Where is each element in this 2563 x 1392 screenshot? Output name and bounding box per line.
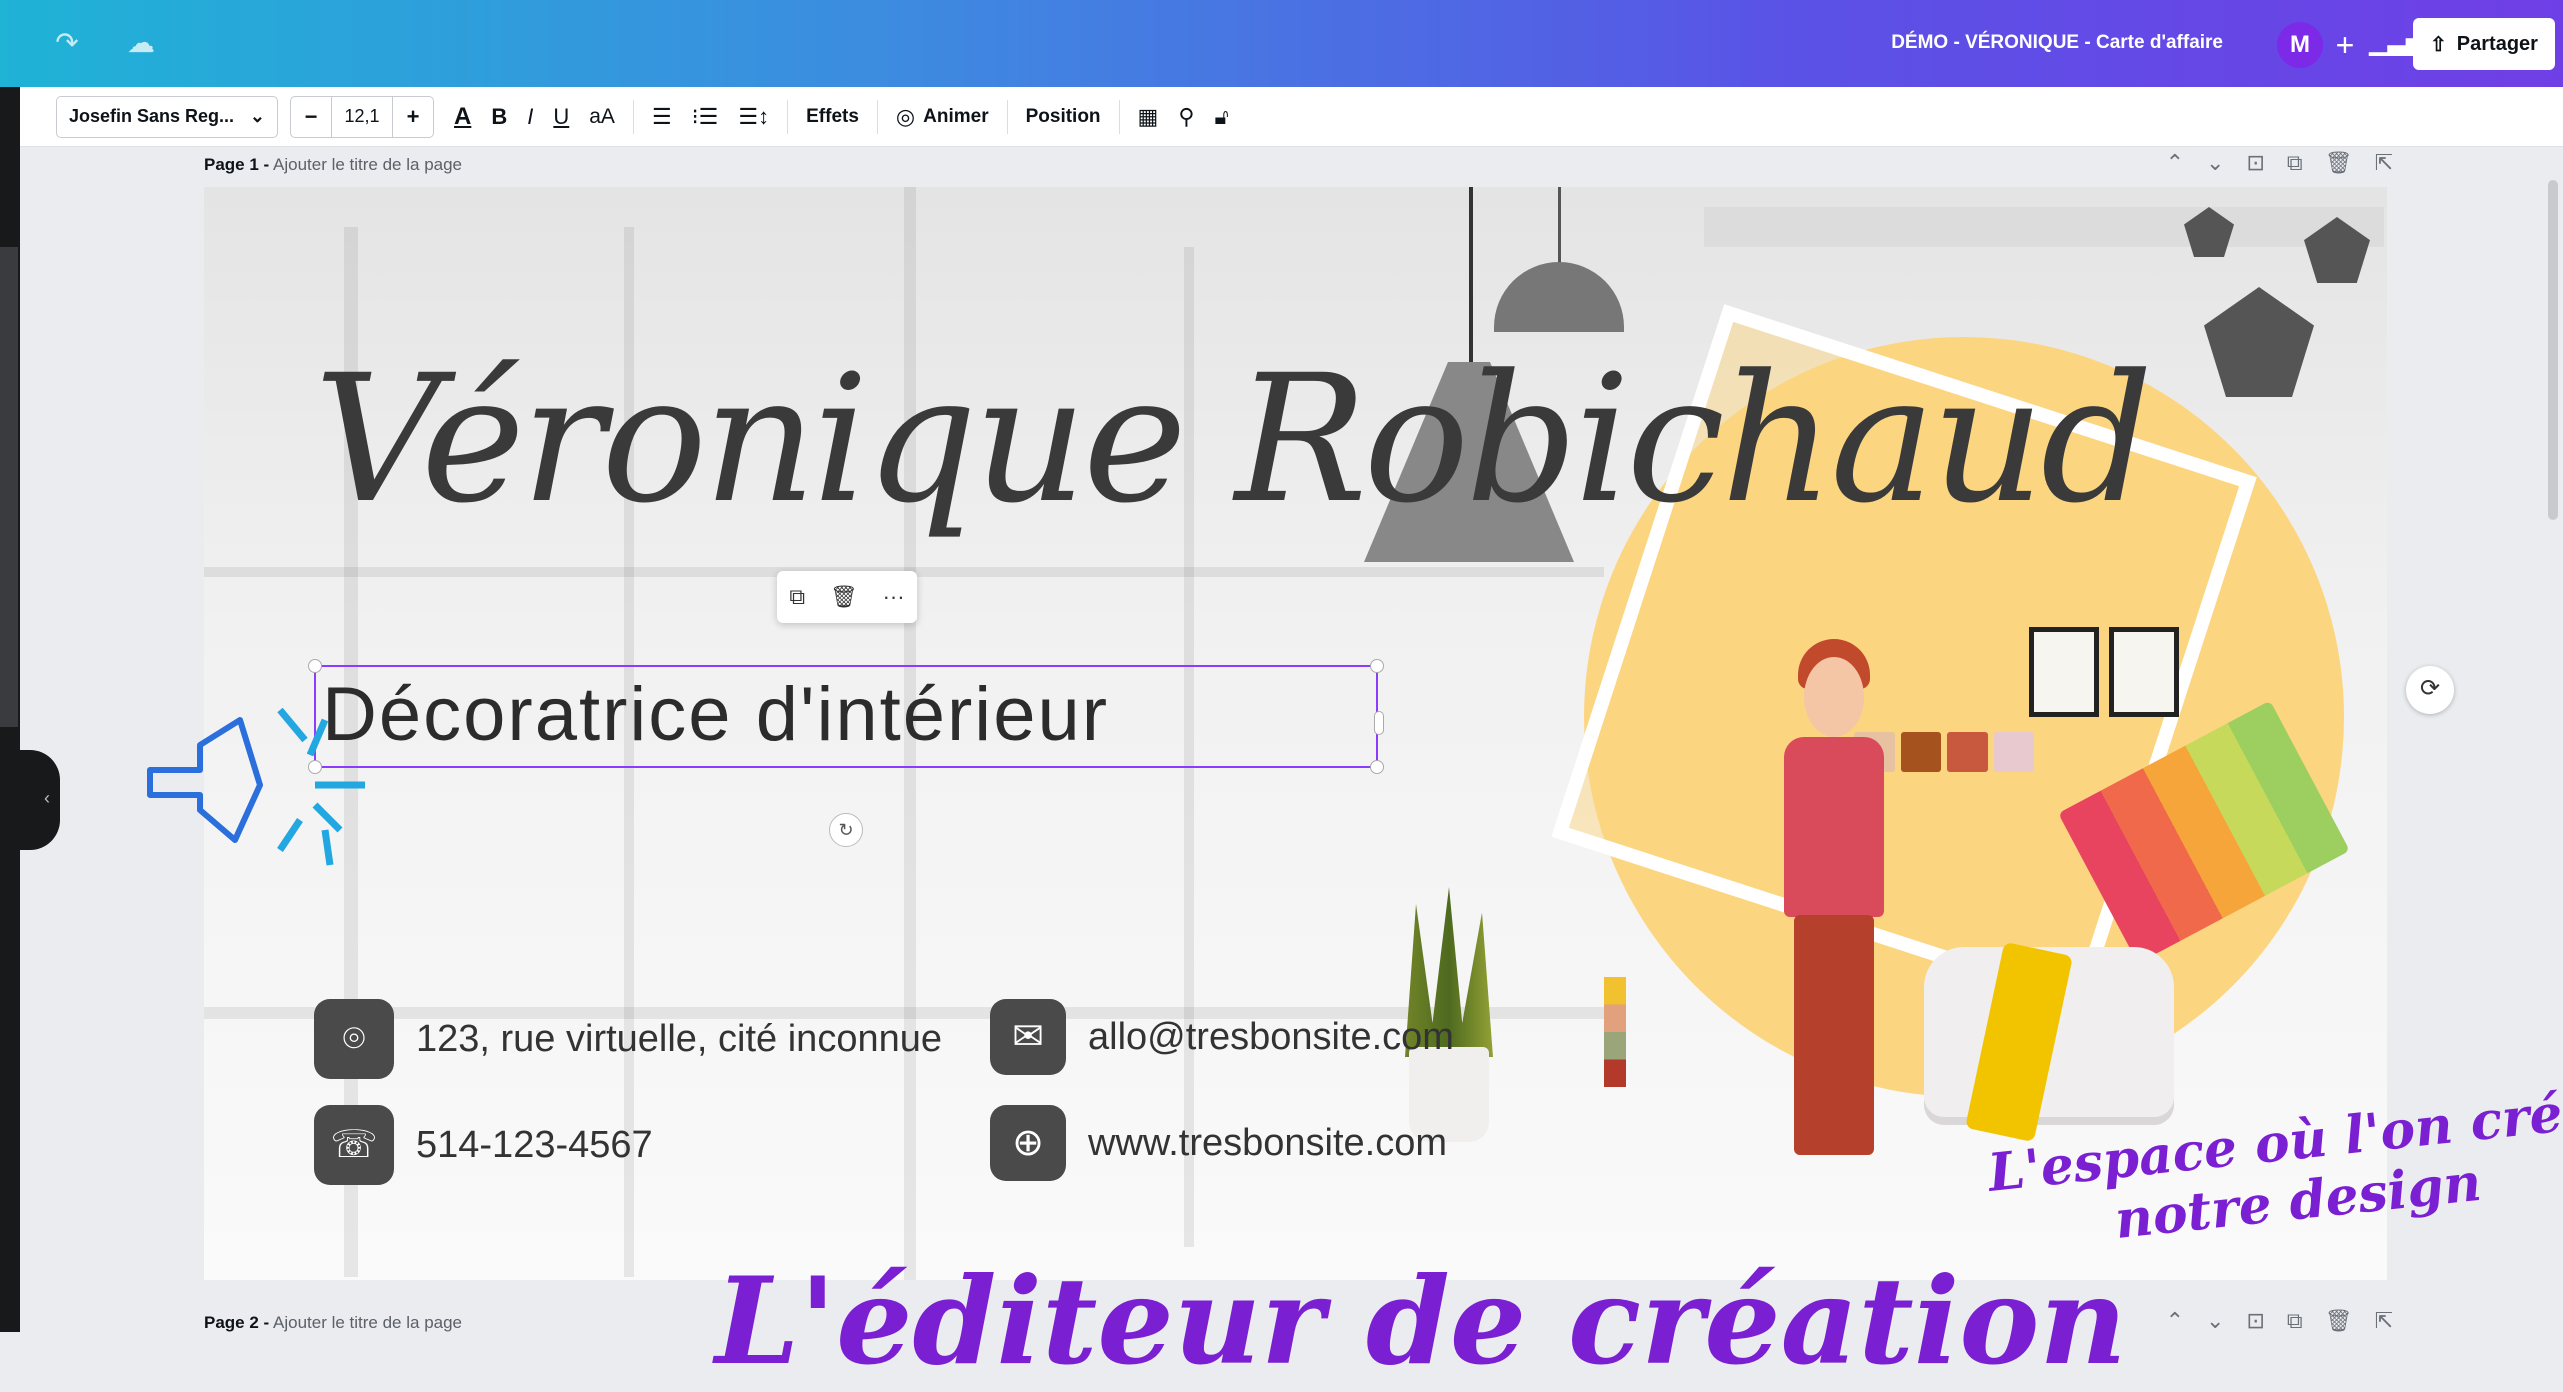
animate-icon: ◎ xyxy=(895,103,916,129)
lock-icon[interactable]: ⊡ xyxy=(2246,1308,2264,1334)
avatar[interactable]: M xyxy=(2277,22,2323,68)
pointing-hand-icon xyxy=(147,707,365,866)
email-text[interactable]: allo@tresbonsite.com xyxy=(1088,1016,1454,1059)
font-family-select[interactable]: Josefin Sans Reg... ⌄ xyxy=(56,95,278,138)
share-icon: ⇧ xyxy=(2430,33,2447,56)
duplicate-icon[interactable]: ⧉ xyxy=(789,584,805,610)
lock-icon[interactable]: 🔓︎ xyxy=(1204,97,1238,137)
letter-case-button[interactable]: aA xyxy=(579,97,625,137)
stats-icon[interactable]: ▁▃▅ xyxy=(2369,28,2424,62)
page-2-actions: ⌃ ⌄ ⊡ ⧉ 🗑︎ ⇱ xyxy=(2166,1308,2393,1334)
trash-icon[interactable]: 🗑︎ xyxy=(2325,150,2353,176)
font-size-input[interactable]: 12,1 xyxy=(331,95,393,138)
vertical-scrollbar[interactable] xyxy=(2548,180,2558,520)
resize-handle[interactable] xyxy=(308,659,322,673)
transparency-icon[interactable]: ▦ xyxy=(1128,97,1169,137)
page-number: Page 1 - xyxy=(204,155,270,174)
top-header: ↷ ☁ DÉMO - VÉRONIQUE - Carte d'affaire M… xyxy=(0,0,2563,87)
font-family-value: Josefin Sans Reg... xyxy=(69,106,235,126)
cloud-sync-icon[interactable]: ☁ xyxy=(124,26,158,60)
background-detail xyxy=(1704,207,2384,247)
wall-frame xyxy=(2029,627,2099,717)
line-spacing-icon[interactable]: ☰↕ xyxy=(728,97,779,137)
chevron-up-icon[interactable]: ⌃ xyxy=(2166,1308,2184,1334)
add-page-icon[interactable]: ⇱ xyxy=(2375,150,2393,176)
resize-handle[interactable] xyxy=(1374,711,1384,735)
font-size-increase-button[interactable]: + xyxy=(393,104,433,130)
pendant-lamp-wire xyxy=(1558,187,1561,267)
toolbar-divider xyxy=(876,99,878,134)
wall-frame xyxy=(2109,627,2179,717)
toolbar-divider xyxy=(632,99,634,134)
italic-button[interactable]: I xyxy=(517,97,543,137)
lock-icon[interactable]: ⊡ xyxy=(2246,150,2264,176)
email-row[interactable]: ✉ allo@tresbonsite.com xyxy=(990,999,1454,1075)
resize-handle[interactable] xyxy=(1370,760,1384,774)
share-label: Partager xyxy=(2456,32,2538,55)
toolbar-divider xyxy=(1118,99,1120,134)
chevron-up-icon[interactable]: ⌃ xyxy=(2166,150,2184,176)
geometric-lamp[interactable] xyxy=(2204,287,2314,397)
bullet-list-icon[interactable]: ⁝☰ xyxy=(682,97,729,137)
card-name-text[interactable]: Véronique Robichaud xyxy=(314,337,2153,542)
chevron-down-icon[interactable]: ⌄ xyxy=(2206,150,2224,176)
animate-label: Animer xyxy=(923,105,989,127)
color-sample-stack xyxy=(1604,977,1626,1087)
bold-button[interactable]: B xyxy=(481,97,517,137)
phone-icon: ☏ xyxy=(314,1105,394,1185)
position-button[interactable]: Position xyxy=(1016,97,1111,137)
duplicate-icon[interactable]: ⧉ xyxy=(2287,150,2303,176)
element-context-menu: ⧉ 🗑︎ ··· xyxy=(777,571,917,623)
copy-style-icon[interactable]: ⚲ xyxy=(1168,97,1204,137)
resize-handle[interactable] xyxy=(1370,659,1384,673)
page-2-label[interactable]: Page 2 - Ajouter le titre de la page xyxy=(204,1313,462,1333)
page-title-placeholder[interactable]: Ajouter le titre de la page xyxy=(273,1313,462,1332)
text-color-button[interactable]: A xyxy=(444,97,481,137)
page-1-actions: ⌃ ⌄ ⊡ ⧉ 🗑︎ ⇱ xyxy=(2166,150,2393,176)
address-row[interactable]: ⌾ 123, rue virtuelle, cité inconnue xyxy=(314,999,942,1079)
mail-icon: ✉ xyxy=(990,999,1066,1075)
left-scroll-thumb[interactable] xyxy=(0,247,18,727)
chevron-down-icon[interactable]: ⌄ xyxy=(2206,1308,2224,1334)
design-canvas[interactable]: Véronique Robichaud ⧉ 🗑︎ ··· Décoratrice… xyxy=(204,187,2387,1280)
document-title[interactable]: DÉMO - VÉRONIQUE - Carte d'affaire xyxy=(1891,32,2223,54)
toolbar-divider xyxy=(787,99,789,134)
redo-icon[interactable]: ↷ xyxy=(50,26,84,60)
annotation-heading: L'éditeur de création xyxy=(715,1251,2127,1392)
refresh-suggestions-icon[interactable]: ⟳ xyxy=(2406,666,2454,714)
page-1-label[interactable]: Page 1 - Ajouter le titre de la page xyxy=(204,155,462,175)
font-size-stepper: − 12,1 + xyxy=(290,95,434,138)
share-button[interactable]: ⇧ Partager xyxy=(2413,18,2555,70)
chevron-down-icon: ⌄ xyxy=(249,106,265,126)
page-title-placeholder[interactable]: Ajouter le titre de la page xyxy=(273,155,462,174)
rotate-icon[interactable]: ↻ xyxy=(829,813,863,847)
more-options-icon[interactable]: ··· xyxy=(883,584,905,610)
phone-text[interactable]: 514-123-4567 xyxy=(416,1124,653,1167)
align-left-icon[interactable]: ☰ xyxy=(642,97,682,137)
phone-row[interactable]: ☏ 514-123-4567 xyxy=(314,1105,653,1185)
font-size-decrease-button[interactable]: − xyxy=(291,104,331,130)
add-collaborator-button[interactable]: + xyxy=(2327,22,2363,68)
text-toolbar: Josefin Sans Reg... ⌄ − 12,1 + A B I U a… xyxy=(20,87,2563,147)
globe-icon: ⊕ xyxy=(990,1105,1066,1181)
designer-woman-illustration[interactable] xyxy=(1764,639,1904,1177)
address-text[interactable]: 123, rue virtuelle, cité inconnue xyxy=(416,1018,942,1061)
pendant-lamp-small[interactable] xyxy=(1494,262,1624,332)
website-row[interactable]: ⊕ www.tresbonsite.com xyxy=(990,1105,1447,1181)
add-page-icon[interactable]: ⇱ xyxy=(2375,1308,2393,1334)
effects-button[interactable]: Effets xyxy=(796,97,869,137)
website-text[interactable]: www.tresbonsite.com xyxy=(1088,1122,1447,1165)
duplicate-icon[interactable]: ⧉ xyxy=(2287,1308,2303,1334)
trash-icon[interactable]: 🗑︎ xyxy=(830,584,858,610)
animate-button[interactable]: ◎ Animer xyxy=(886,97,999,137)
collapse-panel-button[interactable]: ‹ xyxy=(0,750,60,850)
left-panel-strip xyxy=(0,87,20,1332)
page-number: Page 2 - xyxy=(204,1313,270,1332)
selection-box[interactable] xyxy=(308,659,1384,774)
trash-icon[interactable]: 🗑︎ xyxy=(2325,1308,2353,1334)
toolbar-divider xyxy=(1006,99,1008,134)
location-icon: ⌾ xyxy=(314,999,394,1079)
underline-button[interactable]: U xyxy=(543,97,579,137)
chevron-left-icon: ‹ xyxy=(44,788,50,808)
